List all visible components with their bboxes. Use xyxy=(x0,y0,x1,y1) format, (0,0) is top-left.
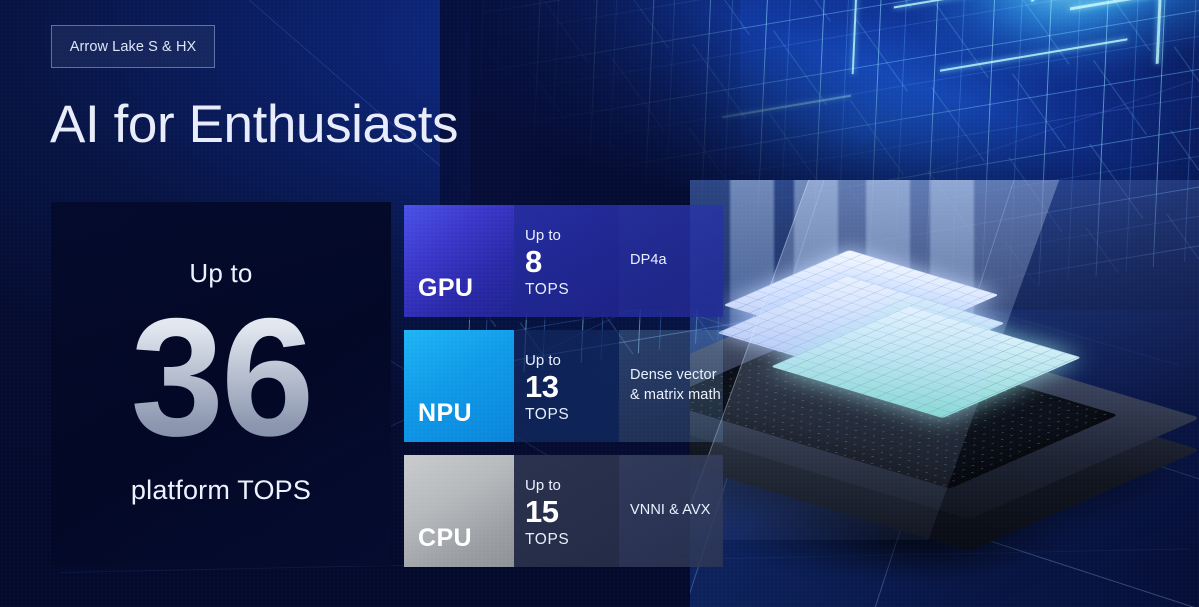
feature-text: VNNI & AVX xyxy=(630,502,711,519)
engine-tops-cpu: Up to 15 TOPS xyxy=(514,455,619,567)
table-row: GPU Up to 8 TOPS DP4a xyxy=(404,205,723,317)
table-row: CPU Up to 15 TOPS VNNI & AVX xyxy=(404,455,723,567)
engine-label-cpu: CPU xyxy=(404,455,514,567)
engine-feature-gpu: DP4a xyxy=(619,205,723,317)
engine-name: CPU xyxy=(418,524,472,552)
engine-name: GPU xyxy=(418,274,474,302)
engine-label-npu: NPU xyxy=(404,330,514,442)
engine-spec-table: GPU Up to 8 TOPS DP4a NPU Up to 13 TOPS xyxy=(404,205,723,567)
tops-value: 8 xyxy=(525,244,542,280)
stat-value: 36 xyxy=(130,283,315,471)
engine-feature-cpu: VNNI & AVX xyxy=(619,455,723,567)
product-badge: Arrow Lake S & HX xyxy=(51,25,215,68)
table-row: NPU Up to 13 TOPS Dense vector & matrix … xyxy=(404,330,723,442)
engine-tops-gpu: Up to 8 TOPS xyxy=(514,205,619,317)
tops-unit: TOPS xyxy=(525,530,570,548)
stat-suffix: platform TOPS xyxy=(130,475,312,505)
tops-unit: TOPS xyxy=(525,405,570,423)
engine-feature-npu: Dense vector & matrix math xyxy=(619,330,723,442)
product-badge-label: Arrow Lake S & HX xyxy=(69,38,197,55)
tops-prefix: Up to xyxy=(525,352,561,369)
tops-prefix: Up to xyxy=(525,227,561,244)
tops-value: 15 xyxy=(525,494,559,530)
platform-tops-panel: Up to 36 platform TOPS xyxy=(51,202,391,566)
tops-value: 13 xyxy=(525,369,559,405)
slide-canvas: Arrow Lake S & HX AI for Enthusiasts Up … xyxy=(0,0,1199,607)
engine-label-gpu: GPU xyxy=(404,205,514,317)
feature-text: Dense vector & matrix math xyxy=(630,367,721,403)
feature-text: DP4a xyxy=(630,252,667,269)
engine-name: NPU xyxy=(418,399,472,427)
tops-unit: TOPS xyxy=(525,280,570,298)
engine-tops-npu: Up to 13 TOPS xyxy=(514,330,619,442)
tops-prefix: Up to xyxy=(525,477,561,494)
page-title: AI for Enthusiasts xyxy=(50,95,459,154)
